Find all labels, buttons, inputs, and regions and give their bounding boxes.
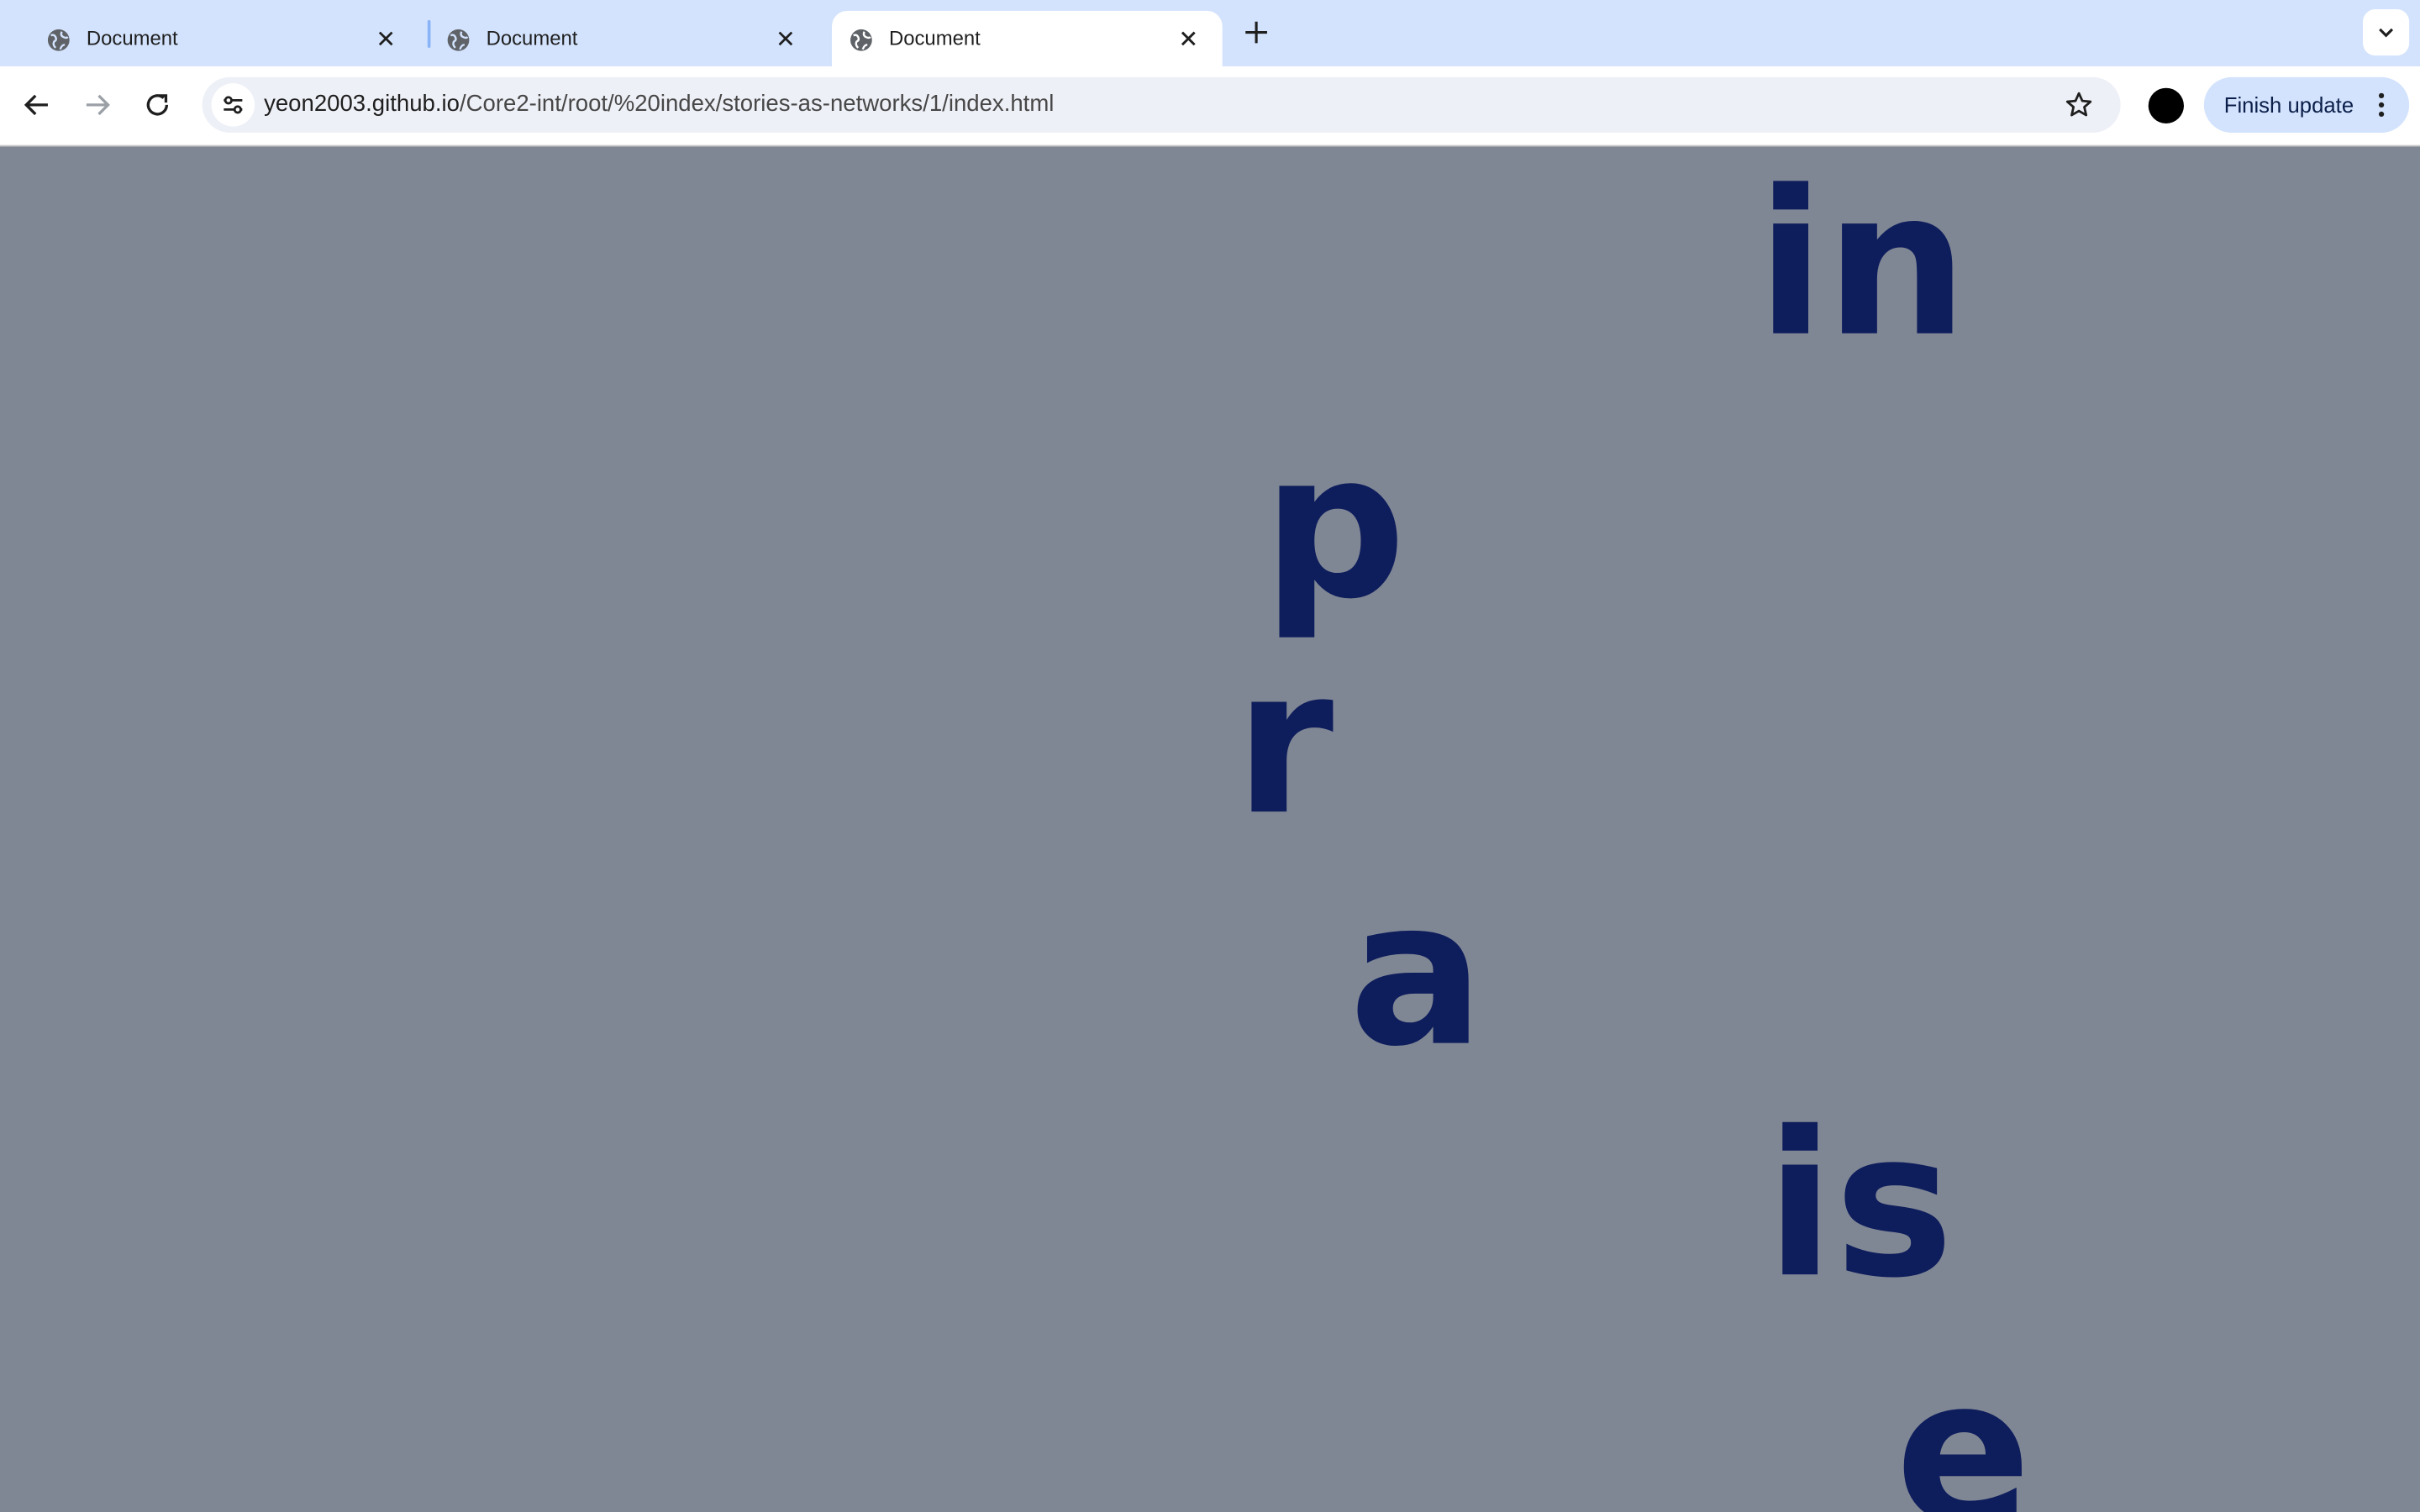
url-host: yeon2003.github.io xyxy=(264,91,460,118)
url-path: /Core2-int/root/%20index/stories-as-netw… xyxy=(459,91,1055,118)
site-info-button[interactable] xyxy=(211,83,255,127)
tab-document-1[interactable]: Document xyxy=(29,11,420,66)
profile-avatar[interactable] xyxy=(2148,87,2184,123)
poem-letter-p: p xyxy=(1262,408,1407,643)
close-icon[interactable] xyxy=(1176,26,1201,50)
poem-letter-e: e xyxy=(1895,1334,2032,1512)
finish-update-label: Finish update xyxy=(2223,92,2354,118)
bookmark-star-icon[interactable] xyxy=(2064,90,2095,121)
tab-title: Document xyxy=(486,26,578,50)
back-arrow-icon[interactable] xyxy=(18,87,55,123)
globe-icon xyxy=(447,29,470,51)
poem-letter-a: a xyxy=(1349,856,1485,1091)
chevron-down-icon xyxy=(2379,28,2394,38)
tab-document-2[interactable]: Document xyxy=(429,11,820,66)
url-text[interactable]: yeon2003.github.io/Core2-int/root/%20ind… xyxy=(264,90,1054,121)
reload-icon[interactable] xyxy=(139,87,176,123)
tab-title: Document xyxy=(86,26,178,50)
close-icon[interactable] xyxy=(773,26,797,50)
poem-word-is: is xyxy=(1765,1087,1954,1323)
tune-icon xyxy=(224,96,243,114)
tab-title: Document xyxy=(888,26,981,50)
finish-update-button[interactable]: Finish update xyxy=(2203,76,2410,133)
tab-document-3-active[interactable]: Document xyxy=(832,10,1223,66)
address-bar[interactable]: yeon2003.github.io/Core2-int/root/%20ind… xyxy=(202,76,2121,133)
globe-icon xyxy=(47,29,70,51)
browser-window: Document Document Document yeon2003.gith… xyxy=(0,0,2420,1512)
new-tab-plus-icon[interactable] xyxy=(1239,15,1273,49)
close-icon[interactable] xyxy=(373,26,397,50)
page-viewport: in p r a is e xyxy=(0,146,2420,1512)
forward-arrow-icon[interactable] xyxy=(79,87,116,123)
poem-word-in: in xyxy=(1756,146,1969,381)
tab-search-button[interactable] xyxy=(2363,9,2410,56)
globe-icon xyxy=(850,29,872,51)
poem-letter-r: r xyxy=(1234,624,1334,860)
browser-toolbar: yeon2003.github.io/Core2-int/root/%20ind… xyxy=(0,66,2420,147)
tab-strip: Document Document Document xyxy=(0,0,2420,66)
more-vertical-icon[interactable] xyxy=(2368,91,2396,118)
